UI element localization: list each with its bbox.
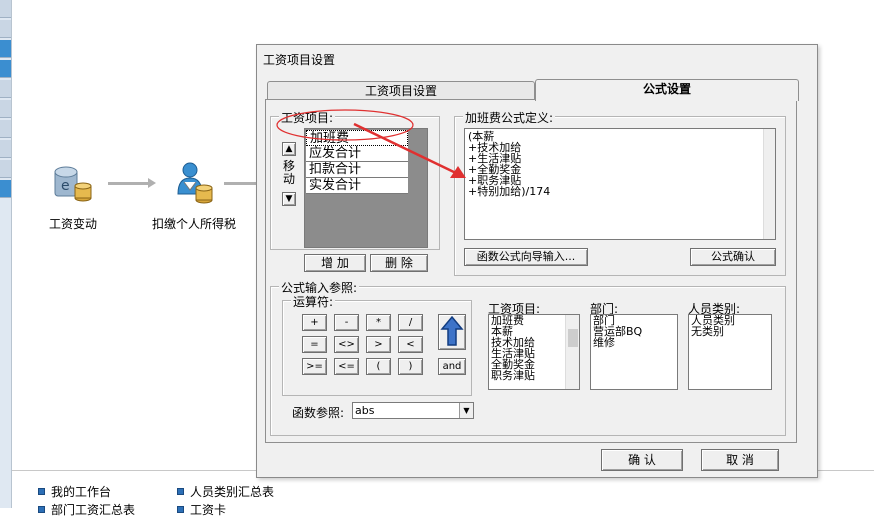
link-label: 人员类别汇总表 bbox=[190, 485, 275, 499]
salary-change-icon: e bbox=[54, 166, 92, 202]
function-wizard-button[interactable]: 函数公式向导输入... bbox=[464, 248, 588, 266]
group-label: 工资项目: bbox=[279, 109, 336, 126]
list-item[interactable]: 实发合计 bbox=[306, 178, 408, 194]
flow-item-salary-change[interactable]: e 工资变动 bbox=[38, 160, 108, 232]
operator-button[interactable]: = bbox=[302, 336, 327, 353]
function-ref-select[interactable]: abs ▼ bbox=[352, 402, 474, 419]
operator-button[interactable]: ( bbox=[366, 358, 391, 375]
link-label: 我的工作台 bbox=[51, 485, 112, 499]
salary-items-list[interactable]: 加班费 应发合计 扣款合计 实发合计 bbox=[304, 128, 428, 248]
cancel-button[interactable]: 取 消 bbox=[701, 449, 779, 471]
salary-item-settings-dialog: 工资项目设置 工资项目设置 公式设置 工资项目: ▲ 移动 ▼ 加班费 应发合计… bbox=[256, 44, 818, 478]
formula-line: +特别加给)/174 bbox=[468, 185, 551, 198]
formula-scrollbar[interactable] bbox=[763, 129, 775, 239]
operator-button[interactable]: - bbox=[334, 314, 359, 331]
list-item[interactable]: 扣款合计 bbox=[306, 162, 408, 178]
flow-item-label: 工资变动 bbox=[48, 217, 97, 231]
operator-button[interactable]: < bbox=[398, 336, 423, 353]
operator-button[interactable]: <= bbox=[334, 358, 359, 375]
category-list[interactable]: 人员类别 无类别 bbox=[688, 314, 772, 390]
list-item[interactable]: 应发合计 bbox=[306, 146, 408, 162]
dialog-title: 工资项目设置 bbox=[263, 53, 336, 67]
dept-list[interactable]: 部门 营运部BQ 维修 bbox=[590, 314, 678, 390]
move-up-button[interactable]: ▲ bbox=[282, 142, 296, 156]
link-label: 工资卡 bbox=[190, 503, 227, 517]
operator-button[interactable]: + bbox=[302, 314, 327, 331]
chevron-down-icon[interactable]: ▼ bbox=[459, 403, 473, 418]
flow-arrow bbox=[224, 182, 256, 185]
list-item[interactable]: 维修 bbox=[593, 337, 677, 348]
group-label: 加班费公式定义: bbox=[463, 109, 556, 126]
svg-text:e: e bbox=[61, 178, 70, 194]
tab-formula-settings[interactable]: 公式设置 bbox=[535, 79, 799, 101]
group-label: 运算符: bbox=[291, 293, 336, 310]
list-item[interactable]: 无类别 bbox=[691, 326, 771, 337]
link-label: 部门工资汇总表 bbox=[51, 503, 136, 517]
link-salary-card[interactable]: 工资卡 bbox=[177, 501, 226, 518]
flow-item-withhold-tax[interactable]: 扣缴个人所得税 bbox=[144, 160, 244, 232]
operator-button[interactable]: ) bbox=[398, 358, 423, 375]
person-tax-icon bbox=[177, 162, 213, 204]
link-dept-summary[interactable]: 部门工资汇总表 bbox=[38, 501, 135, 518]
up-arrow-icon bbox=[440, 315, 464, 346]
formula-tab-pane: 工资项目: ▲ 移动 ▼ 加班费 应发合计 扣款合计 实发合计 增 加 删 除 … bbox=[265, 99, 797, 443]
items-reference-list[interactable]: 加班费 本薪 技术加给 生活津贴 全勤奖金 职务津贴 bbox=[488, 314, 580, 390]
function-ref-value: abs bbox=[355, 404, 375, 417]
operator-button[interactable]: / bbox=[398, 314, 423, 331]
move-down-button[interactable]: ▼ bbox=[282, 192, 296, 206]
tab-salary-items[interactable]: 工资项目设置 bbox=[267, 81, 535, 101]
bullet-icon bbox=[38, 488, 45, 495]
bullet-icon bbox=[177, 488, 184, 495]
flow-item-label: 扣缴个人所得税 bbox=[151, 217, 236, 231]
operator-button[interactable]: <> bbox=[334, 336, 359, 353]
left-toolbar-strip bbox=[0, 0, 12, 508]
move-label: 移动 bbox=[283, 159, 296, 186]
list-item[interactable]: 加班费 bbox=[306, 130, 408, 146]
delete-button[interactable]: 删 除 bbox=[370, 254, 428, 272]
bullet-icon bbox=[177, 506, 184, 513]
operator-button[interactable]: * bbox=[366, 314, 391, 331]
link-category-summary[interactable]: 人员类别汇总表 bbox=[177, 483, 274, 500]
ok-button[interactable]: 确 认 bbox=[601, 449, 683, 471]
operator-button[interactable]: >= bbox=[302, 358, 327, 375]
bullet-icon bbox=[38, 506, 45, 513]
items-scrollbar[interactable] bbox=[565, 315, 579, 389]
flow-arrow bbox=[108, 182, 148, 185]
link-my-workbench[interactable]: 我的工作台 bbox=[38, 483, 111, 500]
operator-button[interactable]: > bbox=[366, 336, 391, 353]
add-button[interactable]: 增 加 bbox=[304, 254, 366, 272]
function-ref-label: 函数参照: bbox=[292, 406, 345, 420]
formula-editor[interactable]: (本薪 +技术加给 +生活津贴 +全勤奖金 +职务津贴 +特别加给)/174 bbox=[464, 128, 776, 240]
confirm-formula-button[interactable]: 公式确认 bbox=[690, 248, 776, 266]
insert-arrow-button[interactable] bbox=[438, 314, 466, 350]
and-button[interactable]: and bbox=[438, 358, 466, 375]
